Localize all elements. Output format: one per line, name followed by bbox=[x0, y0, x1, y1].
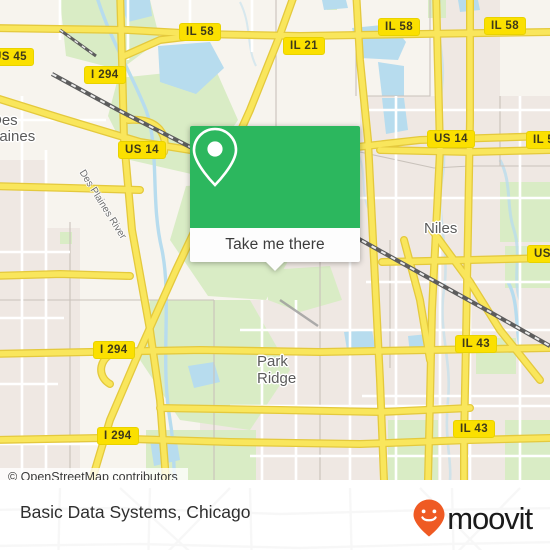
moovit-brand[interactable]: moovit bbox=[412, 498, 533, 538]
highway-shield-il58-b[interactable]: IL 58 bbox=[378, 18, 420, 36]
location-title: Basic Data Systems, Chicago bbox=[20, 502, 251, 522]
moovit-smiley-pin-icon bbox=[413, 499, 445, 537]
take-me-there-label: Take me there bbox=[225, 236, 325, 253]
openstreetmap-attribution[interactable]: © OpenStreetMap contributors bbox=[0, 468, 188, 480]
highway-shield-i294-mid[interactable]: I 294 bbox=[93, 341, 135, 359]
callout-icon-area bbox=[190, 126, 360, 228]
place-label-des-plaines-line1: Des bbox=[0, 112, 18, 129]
highway-shield-i294-low[interactable]: I 294 bbox=[97, 427, 139, 445]
map-pin-icon bbox=[192, 127, 238, 187]
take-me-there-callout[interactable]: Take me there bbox=[190, 126, 360, 271]
highway-shield-il58-a[interactable]: IL 58 bbox=[179, 23, 221, 41]
moovit-map-screenshot: US 45 I 294 IL 58 IL 21 IL 58 IL 58 US 1… bbox=[0, 0, 550, 550]
footer-bar: Basic Data Systems, Chicago moovit bbox=[0, 480, 550, 550]
place-label-park-ridge-line2: Ridge bbox=[257, 370, 297, 387]
callout-pointer-arrow bbox=[266, 262, 284, 271]
highway-shield-il43-a[interactable]: IL 43 bbox=[455, 335, 497, 353]
highway-shield-us14-b[interactable]: US 14 bbox=[427, 130, 475, 148]
highway-shield-us14-c[interactable]: US 14 bbox=[527, 245, 550, 263]
highway-shield-il58-d[interactable]: IL 58 bbox=[526, 131, 550, 149]
highway-shield-il21[interactable]: IL 21 bbox=[283, 37, 325, 55]
place-label-niles: Niles bbox=[424, 220, 458, 237]
highway-shield-i294-top[interactable]: I 294 bbox=[84, 66, 126, 84]
highway-shield-us45[interactable]: US 45 bbox=[0, 48, 34, 66]
place-label-park-ridge-line1: Park bbox=[257, 353, 288, 370]
highway-shield-il43-b[interactable]: IL 43 bbox=[453, 420, 495, 438]
moovit-wordmark: moovit bbox=[447, 500, 533, 536]
callout-action-area[interactable]: Take me there bbox=[190, 228, 360, 271]
place-label-des-plaines-line2: Plaines bbox=[0, 128, 36, 145]
highway-shield-il58-c[interactable]: IL 58 bbox=[484, 17, 526, 35]
highway-shield-us14-a[interactable]: US 14 bbox=[118, 141, 166, 159]
map-canvas[interactable]: US 45 I 294 IL 58 IL 21 IL 58 IL 58 US 1… bbox=[0, 0, 550, 480]
